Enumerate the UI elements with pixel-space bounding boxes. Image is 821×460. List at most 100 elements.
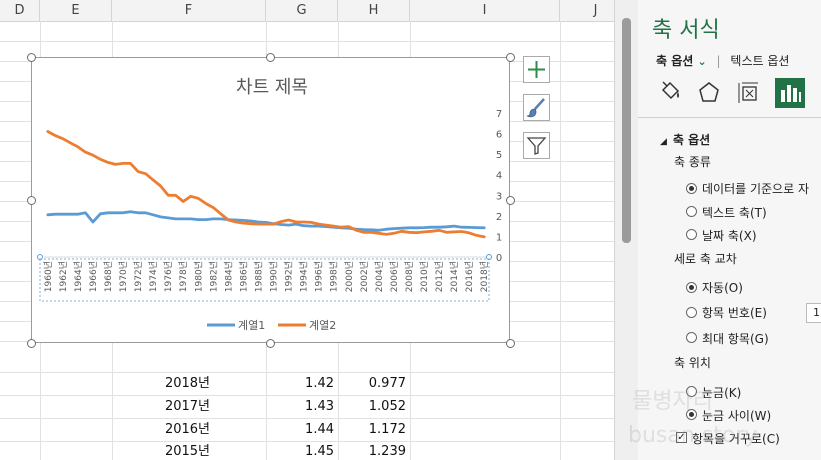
x-tick-label: 1970년 xyxy=(118,261,129,292)
tab-divider: | xyxy=(716,54,721,68)
resize-handle-top-left[interactable] xyxy=(27,53,36,62)
radio-text-axis-label: 텍스트 축(T) xyxy=(702,206,767,220)
resize-handle-left[interactable] xyxy=(27,196,36,205)
cell-value2[interactable]: 0.977 xyxy=(338,374,410,394)
cell-value1[interactable]: 1.44 xyxy=(266,420,338,440)
x-tick-label: 1960년 xyxy=(43,261,54,292)
radio-auto-label: 자동(O) xyxy=(702,281,743,295)
cell-year[interactable]: 2017년 xyxy=(112,397,214,417)
watermark-line1: 물병자리 xyxy=(632,389,713,414)
chart-styles-button[interactable] xyxy=(523,94,550,121)
chart-title[interactable]: 차트 제목 xyxy=(236,77,308,98)
resize-handle-right[interactable] xyxy=(506,196,515,205)
x-tick-label: 1968년 xyxy=(103,261,114,292)
cell-year[interactable]: 2016년 xyxy=(112,420,214,440)
resize-handle-bottom[interactable] xyxy=(266,339,275,348)
x-tick-label: 1962년 xyxy=(58,261,69,292)
resize-handle-top-right[interactable] xyxy=(506,53,515,62)
x-tick-label: 1972년 xyxy=(133,261,144,292)
resize-handle-bottom-right[interactable] xyxy=(506,339,515,348)
column-header-f[interactable]: F xyxy=(112,0,266,21)
effects-tab[interactable] xyxy=(694,78,724,108)
column-header-d[interactable]: D xyxy=(0,0,40,21)
item-number-input[interactable]: 1 xyxy=(806,303,821,323)
cell-value1[interactable]: 1.43 xyxy=(266,397,338,417)
cell-value2[interactable]: 1.052 xyxy=(338,397,410,417)
radio-item-number-label: 항목 번호(E) xyxy=(702,306,767,320)
legend-label-series2: 계열2 xyxy=(309,319,336,332)
chart-elements-button[interactable] xyxy=(523,56,550,83)
size-properties-icon xyxy=(738,82,758,103)
y-tick-label: 4 xyxy=(496,171,502,182)
tab-axis-options-label: 축 옵션 xyxy=(656,54,694,68)
y-tick-label: 7 xyxy=(496,109,502,120)
y-tick-label: 5 xyxy=(496,150,502,161)
radio-auto[interactable] xyxy=(686,282,697,293)
chevron-down-icon: ⌄ xyxy=(697,55,707,68)
y-tick-label: 2 xyxy=(496,212,502,223)
series-line-1[interactable] xyxy=(46,210,486,232)
cell-value1[interactable]: 1.45 xyxy=(266,442,338,460)
pentagon-icon xyxy=(699,82,719,102)
x-tick-label: 2002년 xyxy=(359,261,370,292)
cell-year[interactable]: 2018년 xyxy=(112,374,214,394)
x-tick-label: 2004년 xyxy=(374,261,385,292)
pane-title: 축 서식 xyxy=(652,18,720,43)
radio-item-number[interactable] xyxy=(686,307,697,318)
radio-date-base[interactable] xyxy=(686,183,697,194)
x-tick-label: 1980년 xyxy=(193,261,204,292)
column-header-g[interactable]: G xyxy=(266,0,338,21)
radio-max-item[interactable] xyxy=(686,332,697,343)
resize-handle-bottom-left[interactable] xyxy=(27,339,36,348)
cell-value1[interactable]: 1.42 xyxy=(266,374,338,394)
cell-value2[interactable]: 1.172 xyxy=(338,420,410,440)
axis-options-tab[interactable] xyxy=(775,78,805,108)
watermark-line2: busan story xyxy=(628,423,758,448)
line-chart[interactable]: 차트 제목 0 1 2 3 4 5 6 7 1960년 1962년 1964년 1966년 1968년… xyxy=(31,57,510,343)
x-tick-label: 1976년 xyxy=(163,261,174,292)
x-tick-label: 1988년 xyxy=(253,261,264,292)
x-tick-label: 1992년 xyxy=(284,261,295,292)
y-tick-label: 0 xyxy=(496,253,502,264)
legend-label-series1: 계열1 xyxy=(238,319,265,332)
tab-text-options[interactable]: 텍스트 옵션 xyxy=(730,52,789,69)
x-tick-label: 2014년 xyxy=(449,261,460,292)
resize-handle-top[interactable] xyxy=(266,53,275,62)
tab-axis-options[interactable]: 축 옵션 ⌄ xyxy=(656,52,707,69)
y-tick-label: 1 xyxy=(496,232,502,243)
x-tick-label: 1994년 xyxy=(299,261,310,292)
column-header-h[interactable]: H xyxy=(338,0,410,21)
bar-chart-icon xyxy=(781,85,801,102)
x-tick-label: 2012년 xyxy=(434,261,445,292)
x-tick-label: 1998년 xyxy=(329,261,340,292)
size-properties-tab[interactable] xyxy=(734,78,764,108)
radio-date-base-label: 데이터를 기준으로 자 xyxy=(702,182,809,196)
chart-legend[interactable]: 계열1 계열2 xyxy=(207,319,336,332)
y-tick-label: 6 xyxy=(496,130,502,141)
cell-value2[interactable]: 1.239 xyxy=(338,442,410,460)
pane-tabs: 축 옵션 ⌄ | 텍스트 옵션 xyxy=(656,52,795,69)
watermark: 물병자리 busan story xyxy=(628,385,757,453)
section-axis-options[interactable]: ◢ 축 옵션 xyxy=(660,131,710,148)
filter-icon xyxy=(526,137,547,155)
radio-date-axis[interactable] xyxy=(686,229,697,240)
section-label: 축 옵션 xyxy=(672,133,711,147)
column-header-e[interactable]: E xyxy=(40,0,112,21)
x-tick-label: 1978년 xyxy=(178,261,189,292)
x-tick-label: 1966년 xyxy=(88,261,99,292)
radio-max-item-label: 최대 항목(G) xyxy=(702,332,769,346)
radio-text-axis[interactable] xyxy=(686,206,697,217)
x-tick-label: 1990년 xyxy=(269,261,280,292)
axis-type-label: 축 종류 xyxy=(674,155,711,169)
chart-filters-button[interactable] xyxy=(523,132,550,159)
spreadsheet-grid[interactable]: D E F G H I J 2018년 1.42 0.977 2017년 1.4… xyxy=(0,0,614,460)
chart-plot[interactable]: 차트 제목 0 1 2 3 4 5 6 7 1960년 1962년 1964년 1966년 1968년… xyxy=(32,58,509,342)
x-tick-label: 2016년 xyxy=(464,261,475,292)
column-header-j[interactable]: J xyxy=(560,0,614,21)
x-tick-label: 1996년 xyxy=(314,261,325,292)
y-tick-label: 3 xyxy=(496,191,502,202)
fill-line-tab[interactable] xyxy=(655,78,685,108)
cell-year[interactable]: 2015년 xyxy=(112,442,214,460)
column-header-i[interactable]: I xyxy=(410,0,560,21)
scrollbar-thumb[interactable] xyxy=(622,18,631,243)
